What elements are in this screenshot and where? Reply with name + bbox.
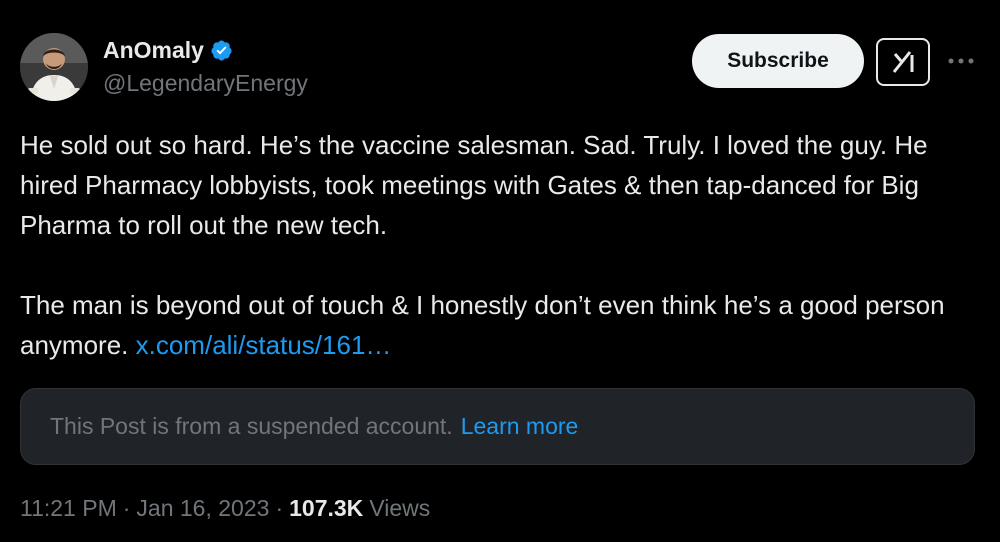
tweet-date[interactable]: Jan 16, 2023 bbox=[136, 495, 269, 522]
more-options-button[interactable] bbox=[943, 47, 979, 75]
views-label: Views bbox=[369, 495, 431, 521]
more-dots-icon bbox=[948, 58, 974, 64]
subscribe-button[interactable]: Subscribe bbox=[692, 34, 864, 88]
views-count: 107.3K bbox=[289, 495, 364, 521]
learn-more-link[interactable]: Learn more bbox=[461, 413, 579, 440]
author-handle[interactable]: @LegendaryEnergy bbox=[103, 70, 308, 97]
separator-dot: · bbox=[275, 495, 284, 521]
grok-icon bbox=[892, 51, 914, 73]
author-name-row: AnOmaly bbox=[103, 37, 233, 64]
tweet-metadata: 11:21 PM · Jan 16, 2023 · 107.3K Views bbox=[20, 495, 430, 522]
grok-button[interactable] bbox=[876, 38, 930, 86]
author-display-name[interactable]: AnOmaly bbox=[103, 37, 204, 64]
profile-photo-icon bbox=[20, 33, 88, 101]
avatar[interactable] bbox=[20, 33, 88, 101]
suspended-notice: This Post is from a suspended account. L… bbox=[20, 388, 975, 465]
tweet-text: He sold out so hard. He’s the vaccine sa… bbox=[20, 125, 980, 365]
tweet-time[interactable]: 11:21 PM bbox=[20, 495, 117, 522]
separator-dot: · bbox=[122, 495, 131, 521]
tweet-paragraph-2: The man is beyond out of touch & I hones… bbox=[20, 285, 980, 365]
tweet-link[interactable]: x.com/ali/status/161… bbox=[136, 330, 392, 360]
verified-badge-icon[interactable] bbox=[210, 39, 233, 62]
suspended-notice-text: This Post is from a suspended account. bbox=[50, 413, 453, 439]
tweet-paragraph-1: He sold out so hard. He’s the vaccine sa… bbox=[20, 130, 928, 240]
